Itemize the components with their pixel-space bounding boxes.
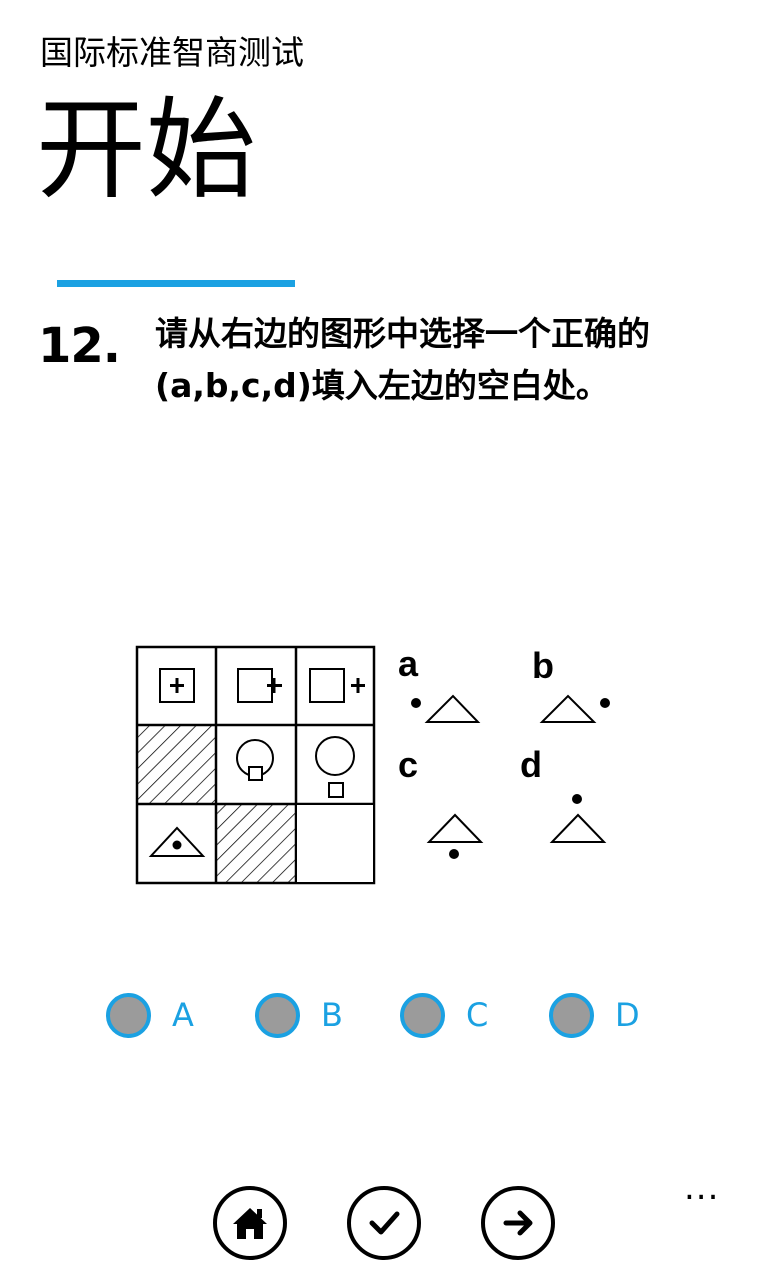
cell-2-2-circle-square xyxy=(236,739,274,781)
option-letter-a: a xyxy=(398,643,419,684)
home-icon xyxy=(233,1208,267,1239)
option-c-figure xyxy=(426,813,484,859)
radio-button-a[interactable] xyxy=(106,992,151,1038)
answer-option-a[interactable]: A xyxy=(106,980,194,1050)
cell-3-1-triangle-dot xyxy=(148,826,206,857)
option-letter-b: b xyxy=(532,645,554,686)
check-button[interactable] xyxy=(347,1186,421,1260)
option-letter-d: d xyxy=(520,744,542,785)
answer-options: A B C D xyxy=(0,980,768,1050)
answer-option-c[interactable]: C xyxy=(400,980,488,1050)
puzzle-figure: a b c d xyxy=(135,643,610,885)
cell-2-1-hatched xyxy=(138,726,215,803)
question-number: 12. xyxy=(38,318,121,374)
cell-1-2-square-plus xyxy=(237,668,282,703)
cell-1-1-square-plus xyxy=(159,668,195,703)
radio-button-c[interactable] xyxy=(400,992,445,1038)
answer-label-c: C xyxy=(466,996,489,1034)
more-menu-button[interactable]: ... xyxy=(684,1168,719,1208)
app-title: 国际标准智商测试 xyxy=(40,33,304,72)
option-d-figure xyxy=(549,794,607,843)
arrow-right-icon xyxy=(503,1210,533,1236)
cell-2-3-circle-square xyxy=(315,736,355,798)
answer-option-b[interactable]: B xyxy=(255,980,343,1050)
cell-3-2-hatched xyxy=(217,805,295,882)
answer-label-b: B xyxy=(321,996,343,1034)
check-icon xyxy=(369,1211,400,1235)
cell-3-3-blank xyxy=(297,805,373,882)
accent-bar xyxy=(57,280,295,287)
question-text: 请从右边的图形中选择一个正确的(a,b,c,d)填入左边的空白处。 xyxy=(155,314,650,405)
home-button[interactable] xyxy=(213,1186,287,1260)
page-title: 开始 xyxy=(36,86,256,214)
option-a-figure xyxy=(411,694,481,723)
answer-option-d[interactable]: D xyxy=(549,980,640,1050)
radio-button-b[interactable] xyxy=(255,992,300,1038)
option-letter-c: c xyxy=(398,744,418,785)
cell-1-3-square-plus xyxy=(309,668,365,703)
radio-button-d[interactable] xyxy=(549,992,594,1038)
answer-label-d: D xyxy=(615,996,640,1034)
next-button[interactable] xyxy=(481,1186,555,1260)
option-b-figure xyxy=(539,694,610,723)
answer-label-a: A xyxy=(172,996,194,1034)
